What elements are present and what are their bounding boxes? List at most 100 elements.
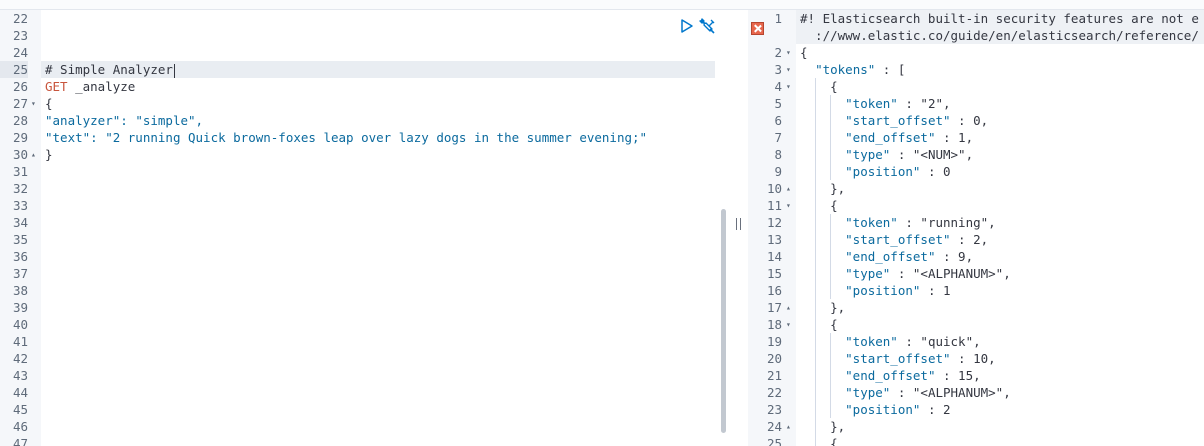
- output-line: 20 "start_offset" : 10,: [748, 350, 1204, 367]
- output-line: 24 ▴ },: [748, 418, 1204, 435]
- output-text: "position" : 0: [845, 164, 951, 179]
- line-number: 23: [766, 402, 782, 417]
- line-number: 8: [774, 147, 782, 162]
- output-line: 14 "end_offset" : 9,: [748, 248, 1204, 265]
- line-number: 26: [12, 79, 28, 94]
- fold-open-icon[interactable]: ▾: [31, 95, 39, 112]
- editor-line[interactable]: 29 "text": "2 running Quick brown-foxes l…: [0, 129, 730, 146]
- code-fragment: # Simple Analyzer: [45, 62, 173, 77]
- output-text: "start_offset" : 0,: [845, 113, 989, 128]
- output-text: "start_offset" : 2,: [845, 232, 989, 247]
- line-number: 42: [12, 351, 28, 366]
- line-number: 22: [766, 385, 782, 400]
- output-line: 18 ▾ {: [748, 316, 1204, 333]
- resizer-grip-icon[interactable]: [736, 218, 741, 230]
- indent-guide: [830, 214, 831, 299]
- output-text: "end_offset" : 9,: [845, 249, 974, 264]
- output-text: },: [800, 181, 846, 196]
- code-text: }: [45, 146, 53, 163]
- editor-line[interactable]: 23: [0, 27, 730, 44]
- editor-line[interactable]: 35: [0, 231, 730, 248]
- output-text: },: [800, 300, 846, 315]
- editor-line[interactable]: 38: [0, 282, 730, 299]
- line-number: 35: [12, 232, 28, 247]
- fold-close-icon[interactable]: ▴: [786, 299, 794, 316]
- editor-line[interactable]: 31: [0, 163, 730, 180]
- line-number: 16: [766, 283, 782, 298]
- json-key: "text": [45, 130, 91, 145]
- line-number: 7: [774, 130, 782, 145]
- line-number: 22: [12, 11, 28, 26]
- editor-line[interactable]: 26 GET _analyze: [0, 78, 730, 95]
- output-text: ://www.elastic.co/guide/en/elasticsearch…: [800, 28, 1199, 43]
- editor-line[interactable]: 36: [0, 248, 730, 265]
- editor-line[interactable]: 45: [0, 401, 730, 418]
- editor-line[interactable]: 24: [0, 44, 730, 61]
- fold-close-icon[interactable]: ▴: [31, 146, 39, 163]
- line-number: 4: [774, 79, 782, 94]
- output-line: 8 "type" : "<NUM>",: [748, 146, 1204, 163]
- http-method: GET: [45, 79, 68, 94]
- editor-line[interactable]: 27 ▾ {: [0, 95, 730, 112]
- play-icon[interactable]: [680, 18, 694, 34]
- editor-line[interactable]: 37: [0, 265, 730, 282]
- line-number: 44: [12, 385, 28, 400]
- editor-line[interactable]: 46: [0, 418, 730, 435]
- output-text: "end_offset" : 15,: [845, 368, 981, 383]
- line-number: 39: [12, 300, 28, 315]
- output-line: 12 "token" : "running",: [748, 214, 1204, 231]
- fold-close-icon[interactable]: ▴: [786, 418, 794, 435]
- json-key: "analyzer": [45, 113, 121, 128]
- output-text: {: [800, 198, 838, 213]
- fold-open-icon[interactable]: ▾: [786, 78, 794, 95]
- editor-line[interactable]: 44: [0, 384, 730, 401]
- code-fragment: {: [45, 96, 53, 111]
- editor-line[interactable]: 42: [0, 350, 730, 367]
- code-fragment: : "2 running Quick brown-foxes leap over…: [90, 130, 648, 145]
- editor-line[interactable]: 47: [0, 435, 730, 446]
- output-text: "type" : "<ALPHANUM>",: [845, 385, 1011, 400]
- line-number: 43: [12, 368, 28, 383]
- editor-line[interactable]: 25 # Simple Analyzer: [0, 61, 730, 78]
- indent-guide: [815, 78, 816, 446]
- fold-open-icon[interactable]: ▾: [786, 61, 794, 78]
- output-text: "type" : "<NUM>",: [845, 147, 974, 162]
- output-line: 23 "position" : 2: [748, 401, 1204, 418]
- line-number: 1: [774, 11, 782, 26]
- fold-open-icon[interactable]: ▾: [786, 197, 794, 214]
- line-number: 19: [766, 334, 782, 349]
- line-number: 36: [12, 249, 28, 264]
- editor-scrollbar[interactable]: [721, 209, 726, 433]
- output-line: 13 "start_offset" : 2,: [748, 231, 1204, 248]
- editor-line[interactable]: 39: [0, 299, 730, 316]
- output-line: 21 "end_offset" : 15,: [748, 367, 1204, 384]
- editor-line[interactable]: 22: [0, 10, 730, 27]
- fold-close-icon[interactable]: ▴: [786, 180, 794, 197]
- output-text: "position" : 2: [845, 402, 951, 417]
- editor-line[interactable]: 41: [0, 333, 730, 350]
- editor-line[interactable]: 34: [0, 214, 730, 231]
- wrench-icon[interactable]: [698, 17, 716, 35]
- line-number: 18: [766, 317, 782, 332]
- editor-line[interactable]: 30 ▴}: [0, 146, 730, 163]
- line-number: 27: [12, 96, 28, 111]
- line-number: 30: [12, 147, 28, 162]
- output-line: 10 ▴ },: [748, 180, 1204, 197]
- line-number: 6: [774, 113, 782, 128]
- output-text: {: [800, 317, 838, 332]
- editor-line[interactable]: 43: [0, 367, 730, 384]
- response-output: 1 #! Elasticsearch built-in security feat…: [748, 10, 1204, 446]
- code-text: "text": "2 running Quick brown-foxes lea…: [45, 129, 647, 146]
- editor-line[interactable]: 33: [0, 197, 730, 214]
- editor-line[interactable]: 28 "analyzer": "simple",: [0, 112, 730, 129]
- editor-line[interactable]: 32: [0, 180, 730, 197]
- output-line: 16 "position" : 1: [748, 282, 1204, 299]
- fold-open-icon[interactable]: ▾: [786, 316, 794, 333]
- line-number: 14: [766, 249, 782, 264]
- output-line: 22 "type" : "<ALPHANUM>",: [748, 384, 1204, 401]
- request-editor[interactable]: 22 23 24 25 # Simple Analyzer 26 GET _analyze 2…: [0, 10, 730, 446]
- fold-open-icon[interactable]: ▾: [786, 44, 794, 61]
- output-line: 5 "token" : "2",: [748, 95, 1204, 112]
- output-line: 6 "start_offset" : 0,: [748, 112, 1204, 129]
- editor-line[interactable]: 40: [0, 316, 730, 333]
